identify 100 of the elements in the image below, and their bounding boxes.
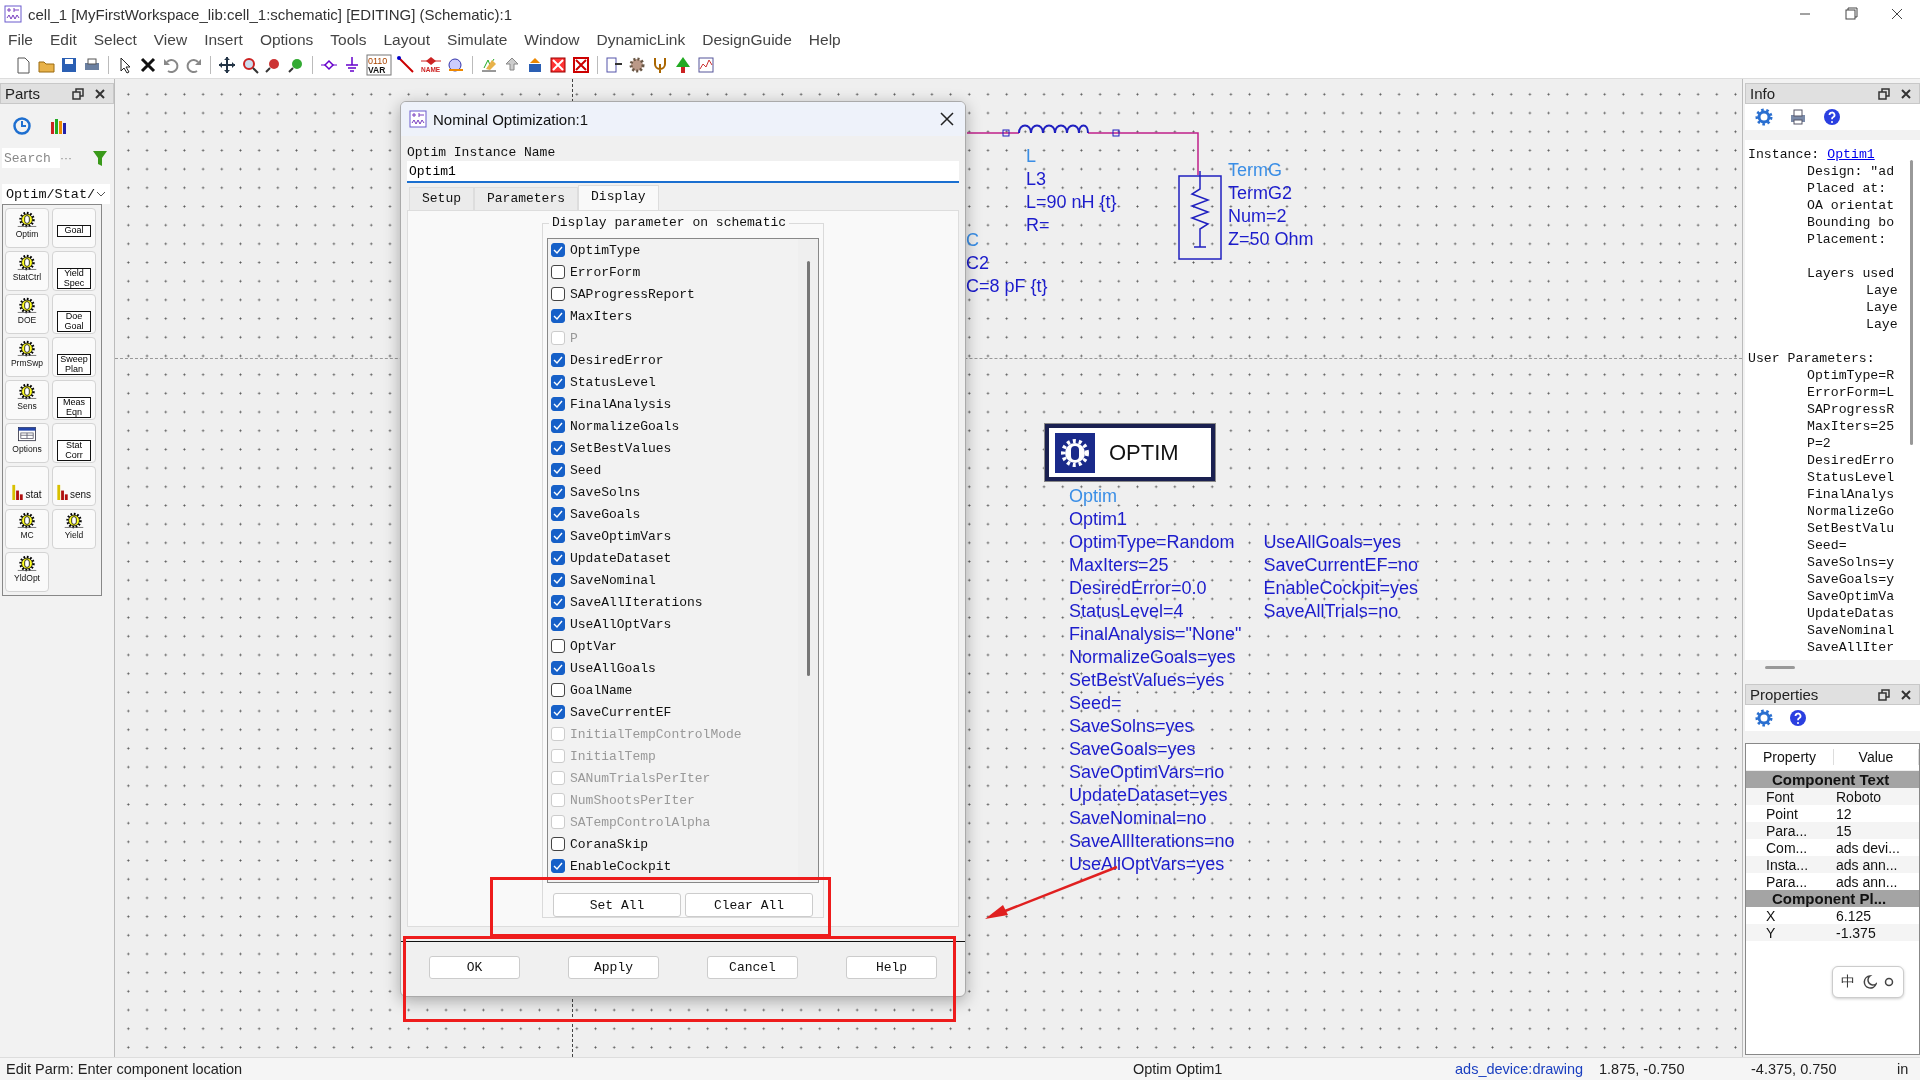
menu-item[interactable]: Options	[259, 31, 314, 49]
palette-item[interactable]: Yield	[52, 509, 96, 549]
help-icon[interactable]	[1823, 108, 1841, 126]
close-icon[interactable]	[93, 86, 107, 101]
wire-icon[interactable]	[397, 56, 415, 74]
tree-icon[interactable]	[674, 56, 692, 74]
dialog-button[interactable]: Cancel	[707, 956, 798, 979]
new-file-icon[interactable]	[14, 56, 32, 74]
menu-item[interactable]: Simulate	[447, 31, 508, 49]
undo-icon[interactable]	[162, 56, 180, 74]
scroll-thumb[interactable]	[1765, 665, 1795, 669]
palette-item[interactable]: sens	[52, 466, 96, 506]
redo-icon[interactable]	[185, 56, 203, 74]
menu-item[interactable]: Edit	[50, 31, 77, 49]
delete-icon[interactable]	[139, 56, 157, 74]
checkbox[interactable]	[551, 463, 565, 477]
checkbox[interactable]	[551, 243, 565, 257]
chart-icon[interactable]	[697, 56, 715, 74]
float-icon[interactable]	[1877, 687, 1891, 702]
checkbox[interactable]	[551, 661, 565, 675]
library-dropdown[interactable]: Optim/Stat/	[2, 184, 110, 204]
zoom-icon[interactable]	[241, 56, 259, 74]
menu-item[interactable]: Select	[93, 31, 137, 49]
settings-icon[interactable]	[1755, 108, 1773, 126]
dot-icon[interactable]	[1883, 976, 1895, 988]
checkbox[interactable]	[551, 287, 565, 301]
column-header[interactable]: Value	[1834, 749, 1919, 765]
settings-icon[interactable]	[1755, 709, 1773, 727]
menu-item[interactable]: DynamicLink	[596, 31, 686, 49]
dialog-button[interactable]: Help	[846, 956, 937, 979]
layers-icon[interactable]	[526, 56, 544, 74]
checkbox[interactable]	[551, 375, 565, 389]
name-field[interactable]: Optim1	[407, 161, 959, 183]
menu-item[interactable]: Layout	[383, 31, 431, 49]
section-row[interactable]: Component Pl...	[1746, 890, 1919, 907]
component-icon[interactable]	[447, 56, 465, 74]
palette-item[interactable]: YldOpt	[5, 552, 49, 592]
more-button[interactable]: ···	[60, 151, 72, 165]
float-icon[interactable]	[71, 86, 85, 101]
tab[interactable]: Display	[578, 185, 659, 210]
print-icon[interactable]	[1789, 108, 1807, 126]
column-header[interactable]: Property	[1746, 749, 1834, 765]
menu-item[interactable]: File	[8, 31, 33, 49]
float-icon[interactable]	[1877, 86, 1891, 101]
palette-item[interactable]: Sweep Plan	[52, 337, 96, 377]
palette-item[interactable]: Options	[5, 423, 49, 463]
optim-symbol[interactable]: OPTIM	[1045, 424, 1215, 481]
close-icon[interactable]	[1899, 86, 1913, 101]
checkbox[interactable]	[551, 397, 565, 411]
input-mode[interactable]: 中	[1841, 973, 1855, 991]
palette-item[interactable]: Stat Corr	[52, 423, 96, 463]
zoom-icon[interactable]	[287, 56, 305, 74]
checkbox[interactable]	[551, 265, 565, 279]
dialog-button[interactable]: OK	[429, 956, 520, 979]
search-field[interactable]: Search	[2, 148, 60, 168]
checkbox[interactable]	[551, 617, 565, 631]
moon-icon[interactable]	[1861, 974, 1877, 990]
palette-item[interactable]: MC	[5, 509, 49, 549]
tab[interactable]: Setup	[409, 187, 474, 210]
palette-item[interactable]: Sens	[5, 380, 49, 420]
variable-icon[interactable]: 0110 VAR	[366, 54, 392, 76]
checkbox[interactable]	[551, 419, 565, 433]
menu-item[interactable]: Tools	[330, 31, 367, 49]
close-icon[interactable]	[1899, 687, 1913, 702]
palette-item[interactable]: stat	[5, 466, 49, 506]
simulate-icon[interactable]	[480, 56, 498, 74]
filter-icon[interactable]	[92, 149, 108, 167]
palette-item[interactable]: Meas Eqn	[52, 380, 96, 420]
ground-icon[interactable]	[343, 56, 361, 74]
list-button[interactable]: Set All	[553, 893, 681, 917]
checkbox[interactable]	[551, 837, 565, 851]
checkbox[interactable]	[551, 441, 565, 455]
instance-link[interactable]: Optim1	[1827, 146, 1875, 163]
document-arrow-icon[interactable]	[605, 56, 623, 74]
gear-icon[interactable]	[628, 56, 646, 74]
checkbox[interactable]	[551, 639, 565, 653]
books-icon[interactable]	[48, 116, 68, 136]
tab[interactable]: Parameters	[474, 187, 579, 210]
menu-item[interactable]: DesignGuide	[702, 31, 792, 49]
checkbox[interactable]	[551, 529, 565, 543]
palette-item[interactable]: StatCtrl	[5, 251, 49, 291]
save-icon[interactable]	[60, 56, 78, 74]
menu-item[interactable]: Insert	[204, 31, 243, 49]
checkbox[interactable]	[551, 551, 565, 565]
dialog-button[interactable]: Apply	[568, 956, 659, 979]
checkbox[interactable]	[551, 485, 565, 499]
checkbox[interactable]	[551, 573, 565, 587]
checkbox[interactable]	[551, 859, 565, 873]
section-row[interactable]: Component Text	[1746, 771, 1919, 788]
checkbox[interactable]	[551, 507, 565, 521]
palette-item[interactable]: Optim	[5, 208, 49, 248]
scroll-thumb[interactable]	[1910, 160, 1913, 445]
checkbox[interactable]	[551, 683, 565, 697]
palette-item[interactable]: PrmSwp	[5, 337, 49, 377]
checkbox[interactable]	[551, 309, 565, 323]
palette-item[interactable]: Goal	[52, 208, 96, 248]
schematic-canvas[interactable]	[115, 79, 1742, 1057]
palette-item[interactable]: DOE	[5, 294, 49, 334]
menu-item[interactable]: View	[153, 31, 188, 49]
zoom-icon[interactable]	[264, 56, 282, 74]
